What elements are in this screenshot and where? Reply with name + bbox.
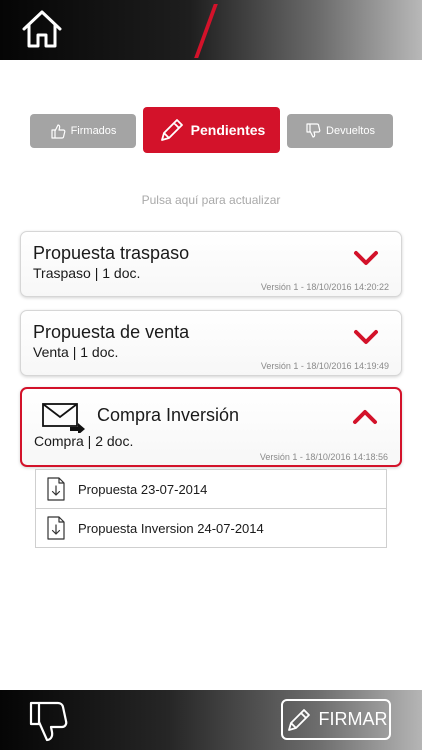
- file-download-icon: [46, 477, 66, 501]
- tab-pendientes[interactable]: Pendientes: [143, 107, 280, 153]
- tab-label: Devueltos: [326, 125, 375, 137]
- reject-button[interactable]: [24, 700, 72, 744]
- document-card[interactable]: Propuesta traspaso Traspaso | 1 doc. Ver…: [20, 231, 402, 297]
- chevron-down-icon[interactable]: [353, 249, 379, 267]
- document-version: Versión 1 - 18/10/2016 14:18:56: [259, 452, 388, 462]
- document-card-expanded[interactable]: Compra Inversión Compra | 2 doc. Versión…: [20, 387, 402, 467]
- chevron-down-icon[interactable]: [353, 328, 379, 346]
- top-bar: [0, 0, 422, 60]
- file-download-icon: [46, 516, 66, 540]
- tab-label: Pendientes: [190, 122, 266, 138]
- document-title: Propuesta de venta: [33, 322, 190, 342]
- thumbs-up-icon: [50, 123, 66, 139]
- document-version: Versión 1 - 18/10/2016 14:19:49: [260, 361, 389, 371]
- tab-devueltos[interactable]: Devueltos: [287, 114, 393, 148]
- document-title: Compra Inversión: [97, 405, 240, 425]
- document-version: Versión 1 - 18/10/2016 14:20:22: [260, 282, 389, 292]
- thumbs-down-icon: [305, 123, 321, 139]
- tab-firmados[interactable]: Firmados: [30, 114, 136, 148]
- document-subtitle: Compra | 2 doc.: [34, 433, 134, 449]
- bottom-bar: FIRMAR: [0, 690, 422, 750]
- chevron-up-icon[interactable]: [352, 408, 378, 426]
- home-button[interactable]: [18, 6, 66, 52]
- document-title: Propuesta traspaso: [33, 243, 190, 263]
- brand-slash: [194, 4, 218, 58]
- document-subtitle: Traspaso | 1 doc.: [33, 265, 141, 281]
- home-icon: [22, 10, 62, 48]
- thumbs-down-icon: [29, 701, 68, 742]
- refresh-link[interactable]: Pulsa aquí para actualizar: [0, 193, 422, 207]
- status-tabs: Firmados Pendientes Devueltos: [0, 107, 422, 153]
- file-name: Propuesta 23-07-2014: [78, 481, 208, 497]
- document-card[interactable]: Propuesta de venta Venta | 1 doc. Versió…: [20, 310, 402, 376]
- pencil-icon: [285, 706, 313, 734]
- pencil-icon: [158, 116, 186, 144]
- tab-label: Firmados: [70, 125, 117, 137]
- sign-button[interactable]: FIRMAR: [281, 699, 391, 740]
- sign-label: FIRMAR: [318, 709, 388, 729]
- envelope-send-icon: [42, 403, 85, 433]
- file-row[interactable]: Propuesta Inversion 24-07-2014: [35, 508, 387, 548]
- document-subtitle: Venta | 1 doc.: [33, 344, 119, 360]
- file-row[interactable]: Propuesta 23-07-2014: [35, 469, 387, 509]
- file-name: Propuesta Inversion 24-07-2014: [78, 520, 264, 536]
